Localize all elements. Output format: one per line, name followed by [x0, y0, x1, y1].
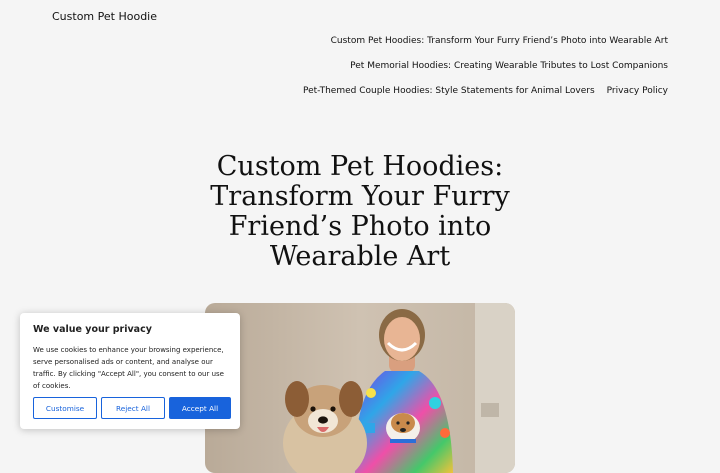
customise-button[interactable]: Customise [33, 397, 97, 419]
nav-link-custom-pet-hoodies[interactable]: Custom Pet Hoodies: Transform Your Furry… [331, 34, 668, 48]
cookie-banner-text: We use cookies to enhance your browsing … [33, 346, 224, 390]
nav-link-privacy-policy[interactable]: Privacy Policy [607, 84, 668, 98]
post-title-line: Wearable Art [269, 241, 451, 272]
post-title-line: Friend’s Photo into [228, 211, 492, 242]
primary-nav: Custom Pet Hoodies: Transform Your Furry… [48, 34, 668, 98]
post-title-line: Transform Your Furry [210, 181, 510, 212]
cookie-consent-banner: We value your privacy We use cookies to … [20, 313, 240, 429]
reject-all-button[interactable]: Reject All [101, 397, 165, 419]
cookie-banner-title: We value your privacy [33, 324, 152, 335]
nav-link-pet-memorial-hoodies[interactable]: Pet Memorial Hoodies: Creating Wearable … [350, 59, 668, 73]
post-title-line: Custom Pet Hoodies: [216, 151, 504, 182]
accept-all-button[interactable]: Accept All [169, 397, 231, 419]
nav-link-couple-hoodies[interactable]: Pet-Themed Couple Hoodies: Style Stateme… [303, 84, 595, 98]
featured-photo-illustration [205, 303, 515, 473]
site-title[interactable]: Custom Pet Hoodie [52, 10, 157, 24]
post-title: Custom Pet Hoodies: Transform Your Furry… [200, 152, 520, 272]
cookie-button-group: Customise Reject All Accept All [33, 397, 231, 419]
featured-image [205, 303, 515, 473]
